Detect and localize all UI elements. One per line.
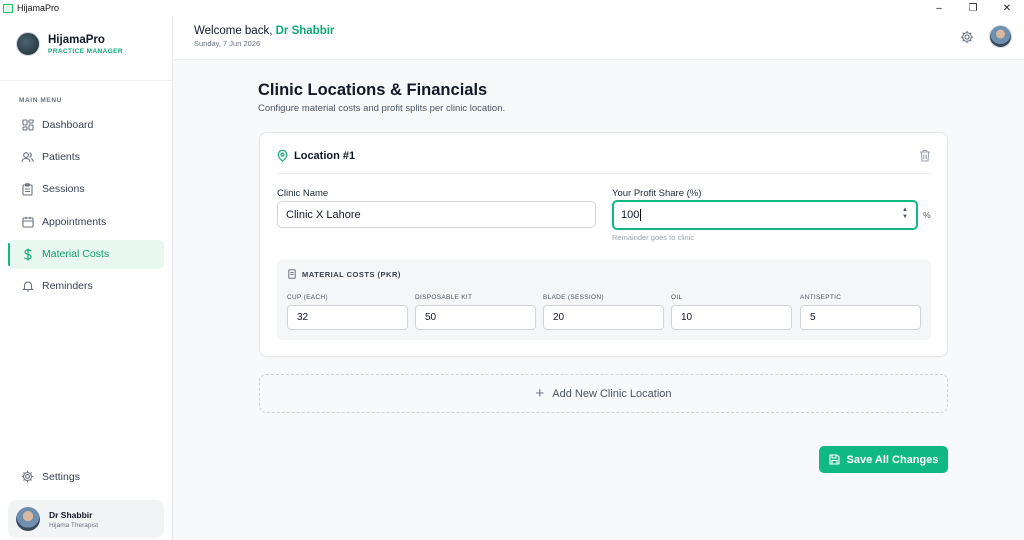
sidebar-item-label: Material Costs — [42, 248, 110, 261]
sidebar-item-material-costs[interactable]: Material Costs — [8, 239, 164, 269]
antiseptic-cost-input[interactable]: 5 — [800, 305, 921, 330]
menu-heading: MAIN MENU — [19, 97, 62, 104]
sidebar-item-appointments[interactable]: Appointments — [8, 207, 164, 236]
main-menu: Dashboard Patients Sessions Appointments… — [8, 110, 164, 304]
profit-share-value: 100 — [621, 209, 640, 221]
brand[interactable]: HijamaPro PRACTICE MANAGER — [16, 32, 123, 56]
sidebar-item-settings[interactable]: Settings — [8, 462, 164, 491]
user-role: Hijama Therapist — [49, 521, 99, 529]
settings-label: Settings — [42, 470, 80, 483]
profit-share-input[interactable]: 100 ▲ ▼ — [612, 200, 918, 230]
dollar-icon — [21, 248, 34, 261]
brand-tagline: PRACTICE MANAGER — [48, 47, 124, 55]
minimize-button[interactable]: – — [922, 0, 956, 16]
profit-share-label: Your Profit Share (%) — [612, 188, 702, 199]
top-header: Welcome back, Dr Shabbir Sunday, 7 Jun 2… — [173, 16, 1024, 60]
maximize-button[interactable]: ❐ — [956, 0, 990, 16]
sidebar-item-dashboard[interactable]: Dashboard — [8, 110, 164, 139]
material-disposable-kit: DISPOSABLE KIT 50 — [415, 294, 536, 330]
sidebar-item-label: Appointments — [42, 215, 107, 228]
sidebar-item-patients[interactable]: Patients — [8, 142, 164, 171]
material-cup: CUP (EACH) 32 — [287, 294, 408, 330]
sidebar-item-label: Reminders — [42, 280, 93, 293]
stepper-up-icon[interactable]: ▲ — [902, 207, 908, 214]
sidebar-item-label: Patients — [42, 150, 80, 163]
receipt-icon — [288, 269, 296, 279]
page-title: Clinic Locations & Financials — [258, 81, 488, 99]
brand-logo — [16, 32, 40, 56]
window-titlebar: HijamaPro – ❐ ✕ — [0, 0, 1024, 16]
grid-icon — [21, 118, 34, 131]
current-date: Sunday, 7 Jun 2026 — [194, 39, 261, 48]
blade-label: BLADE (SESSION) — [543, 294, 604, 301]
location-title: Location #1 — [294, 150, 356, 162]
location-header: Location #1 — [277, 150, 355, 162]
save-all-changes-button[interactable]: Save All Changes — [819, 446, 948, 473]
sidebar-item-label: Dashboard — [42, 118, 94, 131]
oil-label: OIL — [671, 294, 683, 301]
stepper-down-icon[interactable]: ▼ — [902, 214, 908, 221]
percent-symbol: % — [923, 210, 931, 220]
card-divider — [277, 173, 932, 174]
users-icon — [21, 150, 34, 163]
clipboard-icon — [21, 183, 34, 196]
settings-gear-icon[interactable] — [960, 30, 974, 44]
disposable-kit-label: DISPOSABLE KIT — [415, 294, 473, 301]
add-clinic-location-button[interactable]: + Add New Clinic Location — [259, 374, 948, 413]
profit-share-hint: Remainder goes to clinic — [612, 233, 695, 242]
number-stepper[interactable]: ▲ ▼ — [902, 207, 908, 221]
material-oil: OIL 10 — [671, 294, 792, 330]
save-icon — [828, 454, 840, 465]
material-costs-panel: MATERIAL COSTS (PKR) CUP (EACH) 32 DISPO… — [277, 259, 931, 340]
clinic-name-label: Clinic Name — [277, 188, 329, 199]
add-clinic-location-label: Add New Clinic Location — [552, 387, 672, 400]
main-content: Clinic Locations & Financials Configure … — [173, 60, 1024, 540]
welcome-user-name: Dr Shabbir — [275, 25, 335, 37]
location-card: Location #1 Clinic Name Clinic X Lahore … — [259, 132, 948, 357]
welcome-prefix: Welcome back, — [194, 25, 273, 37]
material-costs-title: MATERIAL COSTS (PKR) — [302, 269, 401, 279]
antiseptic-label: ANTISEPTIC — [800, 294, 842, 301]
plus-icon: + — [535, 385, 545, 402]
sidebar-divider — [0, 80, 172, 81]
calendar-icon — [21, 215, 34, 228]
avatar — [16, 507, 40, 531]
brand-name: HijamaPro — [48, 33, 105, 46]
save-all-changes-label: Save All Changes — [846, 453, 939, 466]
oil-cost-input[interactable]: 10 — [671, 305, 792, 330]
material-costs-heading: MATERIAL COSTS (PKR) — [288, 269, 401, 279]
user-profile-card[interactable]: Dr Shabbir Hijama Therapist — [8, 500, 164, 538]
map-pin-icon — [277, 150, 288, 162]
cup-cost-input[interactable]: 32 — [287, 305, 408, 330]
user-name: Dr Shabbir — [49, 509, 93, 520]
gear-icon — [21, 470, 34, 483]
material-antiseptic: ANTISEPTIC 5 — [800, 294, 921, 330]
blade-cost-input[interactable]: 20 — [543, 305, 664, 330]
material-blade: BLADE (SESSION) 20 — [543, 294, 664, 330]
page-subtitle: Configure material costs and profit spli… — [258, 103, 506, 114]
sidebar-item-sessions[interactable]: Sessions — [8, 175, 164, 204]
delete-location-icon[interactable] — [919, 149, 931, 162]
sidebar: HijamaPro PRACTICE MANAGER MAIN MENU Das… — [0, 16, 173, 540]
welcome-message: Welcome back, Dr Shabbir — [194, 25, 334, 37]
text-cursor — [640, 209, 642, 221]
cup-label: CUP (EACH) — [287, 294, 328, 301]
clinic-name-input[interactable]: Clinic X Lahore — [277, 201, 596, 228]
disposable-kit-cost-input[interactable]: 50 — [415, 305, 536, 330]
header-avatar[interactable] — [989, 25, 1012, 48]
window-title: HijamaPro — [17, 3, 60, 13]
app-icon — [3, 3, 13, 13]
close-button[interactable]: ✕ — [990, 0, 1024, 16]
sidebar-item-label: Sessions — [42, 183, 85, 196]
sidebar-item-reminders[interactable]: Reminders — [8, 272, 164, 301]
bell-icon — [21, 280, 34, 293]
